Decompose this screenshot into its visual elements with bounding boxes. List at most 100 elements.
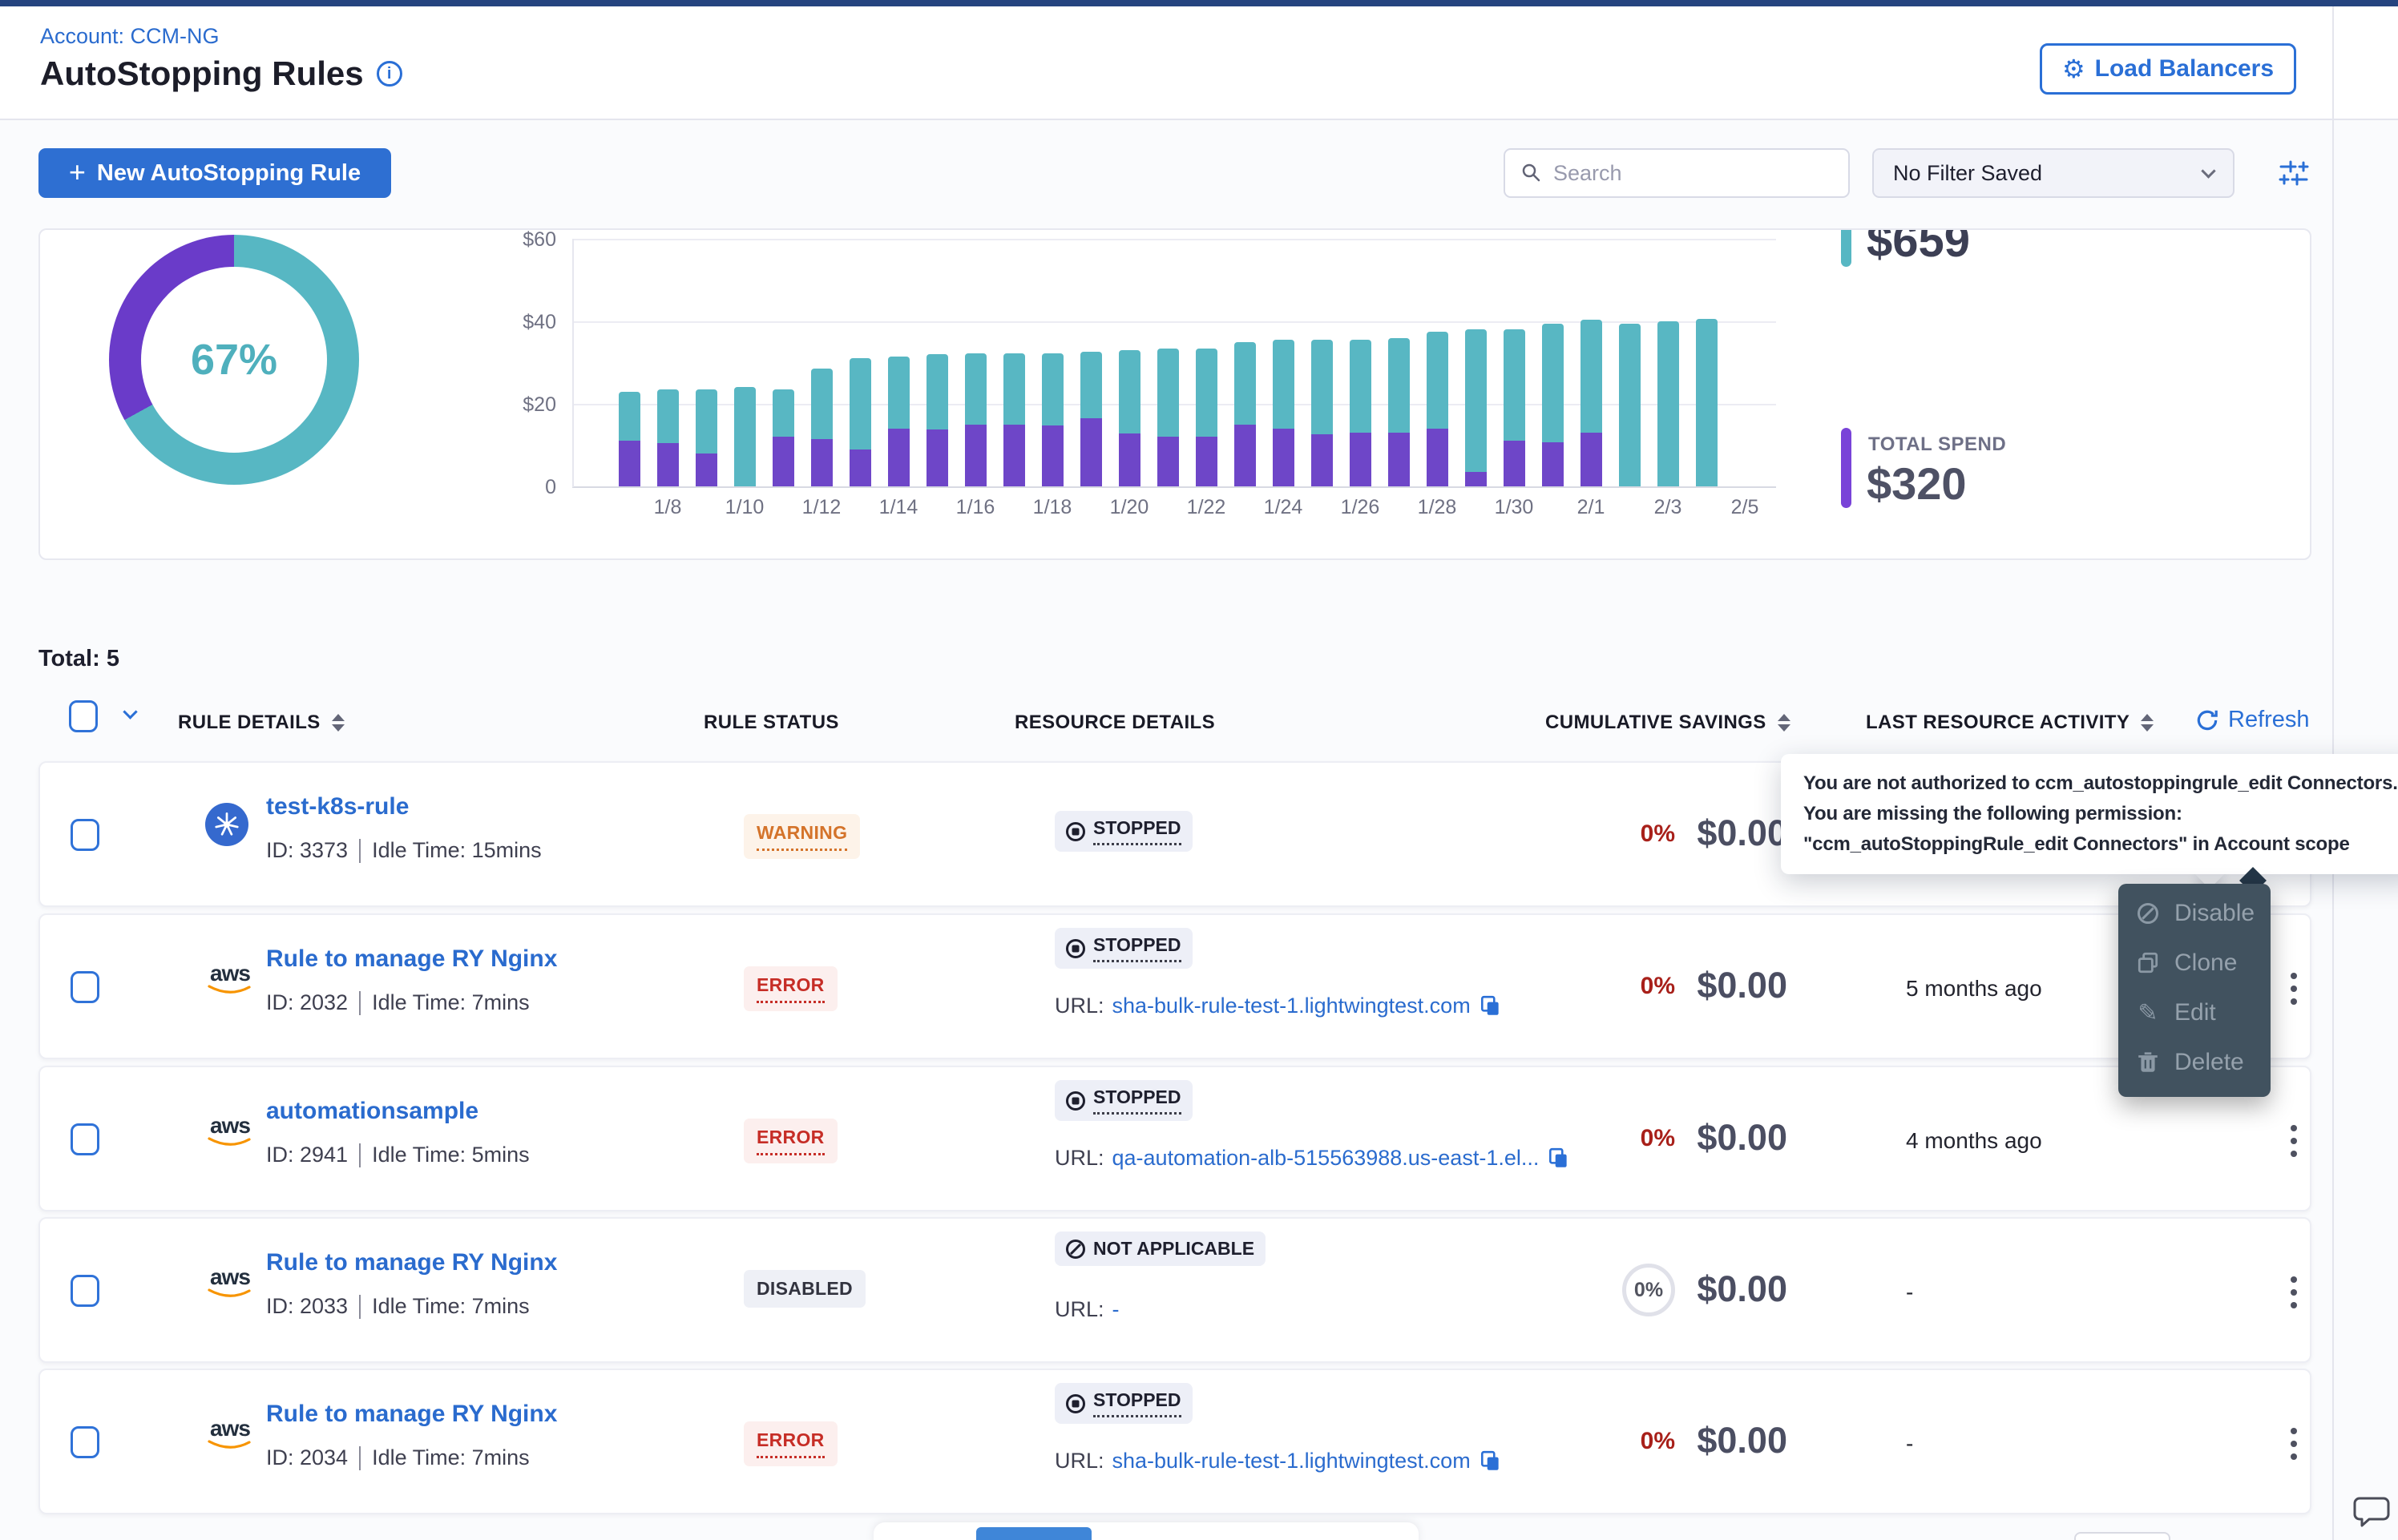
info-icon[interactable]: i xyxy=(377,61,402,87)
bar-segment-savings xyxy=(1080,352,1102,418)
resource-state-badge[interactable]: STOPPED xyxy=(1055,1080,1193,1121)
bar-segment-savings xyxy=(1003,353,1025,425)
bar-segment-savings xyxy=(1234,342,1256,425)
bar-segment-savings xyxy=(1311,340,1333,433)
partial-button xyxy=(2074,1532,2170,1540)
kebab-menu-icon[interactable] xyxy=(2278,966,2310,1011)
savings-amount: $0.00 xyxy=(1651,1268,1787,1310)
chat-icon[interactable] xyxy=(2352,1489,2395,1532)
kebab-menu-icon[interactable] xyxy=(2278,1119,2310,1163)
total-spend-marker xyxy=(1841,428,1851,508)
bar-segment-spend xyxy=(619,441,640,486)
column-header-rule-details[interactable]: RULE DETAILS xyxy=(178,712,345,734)
x-tick-label: 1/8 xyxy=(654,496,682,519)
bar-segment-savings xyxy=(1042,353,1064,425)
status-badge[interactable]: WARNING xyxy=(744,814,860,859)
total-count-label: Total: 5 xyxy=(38,646,119,672)
account-breadcrumb[interactable]: Account: CCM-NG xyxy=(40,24,220,49)
load-balancers-button[interactable]: ⚙ Load Balancers xyxy=(2040,43,2296,95)
menu-item-clone[interactable]: Clone xyxy=(2118,938,2271,988)
stopped-icon xyxy=(1066,822,1085,841)
resource-url-link[interactable]: qa-automation-alb-515563988.us-east-1.el… xyxy=(1112,1146,1540,1171)
y-tick-label: $60 xyxy=(473,228,556,252)
bar-segment-spend xyxy=(888,429,910,486)
row-checkbox[interactable] xyxy=(71,1123,99,1155)
rule-name-link[interactable]: test-k8s-rule xyxy=(266,793,409,820)
row-checkbox[interactable] xyxy=(71,971,99,1003)
status-badge[interactable]: DISABLED xyxy=(744,1270,866,1308)
saved-filter-select[interactable]: No Filter Saved xyxy=(1872,148,2234,198)
bar-segment-savings xyxy=(1388,338,1410,433)
resource-url: URL: sha-bulk-rule-test-1.lightwingtest.… xyxy=(1055,1449,1503,1473)
kebab-menu-icon[interactable] xyxy=(2278,1421,2310,1466)
menu-item-delete[interactable]: Delete xyxy=(2118,1038,2271,1087)
rule-name-link[interactable]: automationsample xyxy=(266,1098,478,1125)
chevron-down-icon[interactable] xyxy=(123,704,137,719)
total-spend-label: TOTAL SPEND xyxy=(1868,433,2006,456)
resource-url: URL: - xyxy=(1055,1297,1120,1322)
resource-url-link[interactable]: sha-bulk-rule-test-1.lightwingtest.com xyxy=(1112,1449,1471,1473)
resource-state-badge[interactable]: STOPPED xyxy=(1055,928,1193,969)
aws-icon: aws xyxy=(205,1267,255,1300)
status-badge[interactable]: ERROR xyxy=(744,1421,838,1466)
refresh-icon xyxy=(2194,708,2220,733)
bar-segment-spend xyxy=(1504,441,1525,486)
x-tick-label: 1/14 xyxy=(879,496,918,519)
resource-state-badge[interactable]: STOPPED xyxy=(1055,811,1193,852)
gear-icon: ⚙ xyxy=(2062,54,2085,84)
y-tick-label: 0 xyxy=(473,476,556,499)
rule-name-link[interactable]: Rule to manage RY Nginx xyxy=(266,1401,557,1428)
menu-item-disable[interactable]: Disable xyxy=(2118,889,2271,938)
bar-segment-spend xyxy=(1119,433,1140,486)
bar-segment-savings xyxy=(1119,350,1140,433)
status-badge[interactable]: ERROR xyxy=(744,966,838,1011)
filter-icon[interactable] xyxy=(2278,157,2310,189)
last-activity: 4 months ago xyxy=(1906,1128,2042,1154)
column-header-last-resource-activity[interactable]: LAST RESOURCE ACTIVITY xyxy=(1866,712,2154,734)
bar-segment-spend xyxy=(1580,433,1602,486)
aws-icon: aws xyxy=(205,1418,255,1452)
table-row: aws automationsample ID: 2941Idle Time: … xyxy=(38,1066,2311,1211)
bar-segment-savings xyxy=(811,369,833,439)
kebab-menu-icon[interactable] xyxy=(2278,1270,2310,1315)
sort-icon xyxy=(1778,714,1790,732)
resource-state-badge[interactable]: NOT APPLICABLE xyxy=(1055,1232,1266,1266)
bar-segment-savings xyxy=(926,354,948,429)
column-header-rule-status: RULE STATUS xyxy=(704,712,839,734)
bar-segment-spend xyxy=(965,425,987,486)
search-input[interactable] xyxy=(1553,161,1826,186)
copy-icon[interactable] xyxy=(1479,994,1503,1018)
rule-name-link[interactable]: Rule to manage RY Nginx xyxy=(266,945,557,973)
bar-segment-spend xyxy=(1042,425,1064,486)
x-tick-label: 1/10 xyxy=(725,496,765,519)
copy-icon[interactable] xyxy=(1547,1147,1571,1171)
total-savings-marker xyxy=(1841,228,1851,267)
column-header-cumulative-savings[interactable]: CUMULATIVE SAVINGS xyxy=(1545,712,1790,734)
spend-savings-bar-chart xyxy=(572,239,1776,486)
resource-url: URL: qa-automation-alb-515563988.us-east… xyxy=(1055,1146,1571,1171)
row-checkbox[interactable] xyxy=(71,1275,99,1307)
menu-item-edit[interactable]: ✎ Edit xyxy=(2118,988,2271,1038)
bar-segment-spend xyxy=(811,439,833,486)
bar-segment-savings xyxy=(773,389,794,437)
resource-url-link[interactable]: sha-bulk-rule-test-1.lightwingtest.com xyxy=(1112,994,1471,1018)
refresh-button[interactable]: Refresh xyxy=(2194,707,2310,733)
bar-segment-spend xyxy=(1388,433,1410,486)
status-badge[interactable]: ERROR xyxy=(744,1119,838,1163)
new-autostopping-rule-button[interactable]: + New AutoStopping Rule xyxy=(38,148,391,198)
search-input-wrap xyxy=(1504,148,1850,198)
x-tick-label: 2/1 xyxy=(1577,496,1605,519)
kubernetes-icon xyxy=(205,803,248,846)
pagination-current-page[interactable] xyxy=(976,1527,1092,1540)
resource-state-badge[interactable]: STOPPED xyxy=(1055,1383,1193,1424)
select-all-checkbox[interactable] xyxy=(69,700,98,732)
savings-donut-chart: 67% xyxy=(109,235,359,485)
row-checkbox[interactable] xyxy=(71,1426,99,1458)
bar-segment-savings xyxy=(850,358,871,449)
copy-icon[interactable] xyxy=(1479,1449,1503,1473)
aws-icon: aws xyxy=(205,1115,255,1149)
resource-url-link[interactable]: - xyxy=(1112,1297,1120,1322)
row-checkbox[interactable] xyxy=(71,819,99,851)
rule-name-link[interactable]: Rule to manage RY Nginx xyxy=(266,1249,557,1276)
bar-segment-savings xyxy=(1465,329,1487,472)
